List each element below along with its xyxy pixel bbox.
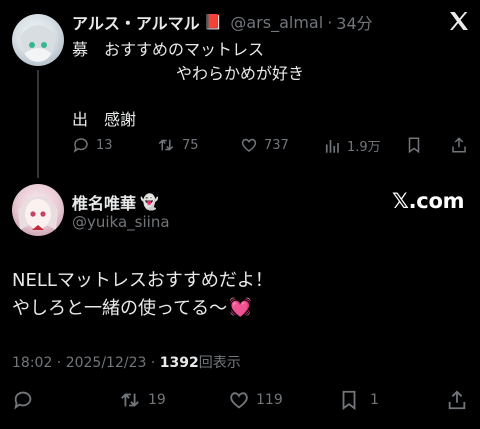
parent-body-line2: やわらかめが好き — [176, 64, 305, 83]
retweet-icon — [158, 139, 174, 151]
parent-display-name[interactable]: アルス・アルマル — [72, 10, 200, 34]
heart-emoji-icon: 💓 — [229, 296, 252, 318]
main-retweet-count: 19 — [148, 392, 166, 408]
parent-share-button[interactable] — [450, 136, 468, 158]
parent-like-button[interactable]: 737 — [240, 136, 289, 154]
main-body-line2: やしろと一緒の使ってる〜 — [12, 298, 228, 319]
x-logo-icon[interactable] — [447, 9, 471, 33]
retweet-icon — [121, 393, 139, 407]
heart-icon — [230, 392, 248, 409]
parent-reply-button[interactable]: 13 — [72, 136, 113, 154]
parent-reply-count: 13 — [96, 137, 113, 153]
parent-bookmark-button[interactable] — [405, 136, 423, 158]
main-view-label: 回表示 — [198, 355, 241, 371]
separator-dot: · — [327, 12, 333, 32]
ghost-emoji-icon: 👻 — [140, 193, 159, 211]
book-emoji-icon: 📕 — [203, 13, 223, 31]
main-timestamp[interactable]: 18:02 · 2025/12/23 · — [12, 355, 160, 371]
parent-like-count: 737 — [264, 137, 289, 153]
main-body-line2-wrap: やしろと一緒の使ってる〜 💓 — [12, 294, 252, 320]
share-icon — [452, 137, 466, 153]
x-com-brand: 𝕏.com — [392, 189, 465, 213]
main-body-line1: NELLマットレスおすすめだよ！ — [12, 270, 273, 291]
parent-view-count: 1.9万 — [347, 140, 381, 155]
parent-retweet-button[interactable]: 75 — [156, 136, 199, 154]
parent-time[interactable]: 34分 — [336, 10, 372, 34]
main-like-count: 119 — [256, 392, 283, 408]
parent-handle[interactable]: @ars_almal — [230, 13, 323, 32]
bookmark-icon — [342, 390, 356, 411]
parent-body-line1: 募 おすすめのマットレス — [72, 40, 265, 59]
parent-views-button[interactable]: 1.9万 — [323, 136, 381, 155]
views-chart-icon — [325, 139, 339, 153]
main-handle[interactable]: @yuika_siina — [72, 213, 170, 231]
main-view-count: 1392 — [159, 355, 199, 371]
parent-body-line3: 出 感謝 — [72, 110, 137, 129]
reply-icon — [14, 391, 32, 410]
main-header: 椎名唯華 👻 — [72, 190, 159, 214]
main-share-button[interactable] — [446, 389, 468, 415]
thread-line — [37, 70, 39, 178]
bookmark-icon — [408, 137, 420, 154]
main-meta: 18:02 · 2025/12/23 · 1392回表示 — [12, 352, 241, 372]
main-bookmark-button[interactable]: 1 — [338, 389, 379, 411]
main-bookmark-count: 1 — [370, 392, 379, 408]
main-avatar[interactable] — [12, 184, 64, 236]
parent-avatar[interactable] — [12, 14, 64, 66]
main-display-name[interactable]: 椎名唯華 — [72, 190, 136, 214]
main-retweet-button[interactable]: 19 — [118, 389, 166, 411]
main-reply-button[interactable] — [12, 389, 34, 415]
share-icon — [448, 390, 466, 410]
main-like-button[interactable]: 119 — [228, 389, 283, 411]
reply-icon — [73, 138, 88, 153]
parent-retweet-count: 75 — [182, 137, 199, 153]
heart-icon — [241, 138, 257, 152]
parent-header: アルス・アルマル 📕 @ars_almal · 34分 — [72, 10, 373, 34]
